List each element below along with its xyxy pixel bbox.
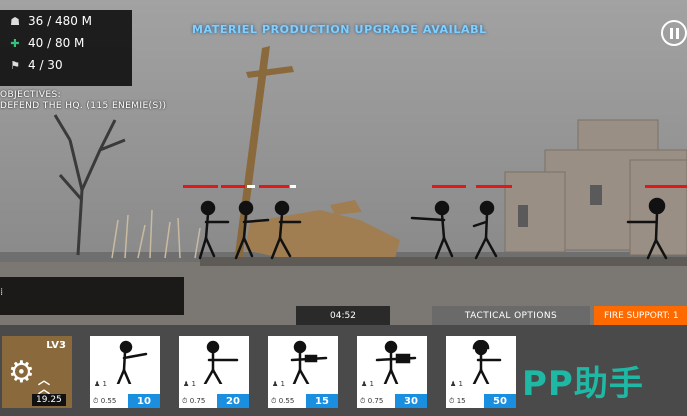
unit-footer: ⏱ 0.55 10 bbox=[90, 394, 160, 408]
watermark-logo: PP助手 bbox=[522, 364, 644, 404]
unit-count: ♟ 1 bbox=[450, 380, 463, 388]
units-icon: ⚑ bbox=[10, 58, 20, 72]
materiel-value: 40 / 80 M bbox=[28, 36, 85, 50]
unit-cost: 30 bbox=[395, 394, 427, 408]
unit-card-heavy-gunner[interactable]: ♟ 1 ⏱ 0.75 30 bbox=[357, 336, 427, 408]
manpower-stat: ☗ 36 / 480 M bbox=[0, 10, 132, 32]
unit-rate: ⏱ 0.75 bbox=[357, 394, 395, 408]
units-value: 4 / 30 bbox=[28, 58, 63, 72]
dots-icon[interactable]: ⁞ bbox=[0, 287, 10, 305]
objectives-heading: OBJECTIVES: bbox=[0, 90, 62, 100]
materiel-stat: ✚ 40 / 80 M bbox=[0, 32, 132, 54]
unit-footer: ⏱ 0.55 15 bbox=[268, 394, 338, 408]
heavy-gunner-icon bbox=[375, 340, 417, 384]
pause-icon bbox=[670, 28, 673, 39]
objectives-text: DEFEND THE HQ. (115 ENEMIE(S)) bbox=[0, 101, 167, 111]
unit-card-rifleman[interactable]: ♟ 1 ⏱ 0.55 10 bbox=[90, 336, 160, 408]
unit-cost: 10 bbox=[128, 394, 160, 408]
manpower-value: 36 / 480 M bbox=[28, 14, 93, 28]
rifleman-icon bbox=[116, 340, 148, 384]
pause-icon-bar bbox=[676, 28, 679, 39]
unit-footer: ⏱ 0.75 20 bbox=[179, 394, 249, 408]
tactical-options-button[interactable]: TACTICAL OPTIONS bbox=[432, 306, 590, 325]
machine-gunner-icon bbox=[290, 340, 328, 384]
unit-cost: 50 bbox=[484, 394, 516, 408]
objectives: OBJECTIVES: DEFEND THE HQ. (115 ENEMIE(S… bbox=[0, 90, 166, 112]
unit-card-helmet-soldier[interactable]: ♟ 1 ⏱ 15 50 bbox=[446, 336, 516, 408]
unit-rate: ⏱ 15 bbox=[446, 394, 484, 408]
mission-timer: 04:52 bbox=[296, 306, 390, 325]
unit-count: ♟ 1 bbox=[272, 380, 285, 388]
materiel-icon: ✚ bbox=[10, 36, 20, 50]
unit-footer: ⏱ 0.75 30 bbox=[357, 394, 427, 408]
upgrade-cost: 19.25 bbox=[32, 394, 66, 406]
unit-footer: ⏱ 15 50 bbox=[446, 394, 516, 408]
assault-soldier-icon bbox=[203, 340, 239, 384]
unit-rate: ⏱ 0.55 bbox=[90, 394, 128, 408]
unit-cost: 20 bbox=[217, 394, 249, 408]
fire-support-button[interactable]: FIRE SUPPORT: 1 bbox=[594, 306, 687, 325]
manpower-icon: ☗ bbox=[10, 14, 20, 28]
gear-icon: ⚙ bbox=[8, 355, 35, 390]
chevron-up-icon: ︿ ︿ bbox=[38, 373, 51, 396]
helmet-soldier-icon bbox=[472, 340, 502, 384]
upgrade-banner: MATERIEL PRODUCTION UPGRADE AVAILABL bbox=[192, 23, 487, 36]
unit-card-assault[interactable]: ♟ 1 ⏱ 0.75 20 bbox=[179, 336, 249, 408]
upgrade-level: LV3 bbox=[46, 340, 66, 351]
unit-count: ♟ 1 bbox=[94, 380, 107, 388]
unit-rate: ⏱ 0.55 bbox=[268, 394, 306, 408]
unit-rate: ⏱ 0.75 bbox=[179, 394, 217, 408]
pause-button[interactable] bbox=[661, 20, 687, 46]
left-panel[interactable]: ⁞ bbox=[0, 277, 184, 315]
units-stat: ⚑ 4 / 30 bbox=[0, 54, 132, 76]
upgrade-button[interactable]: LV3 ⚙ ︿ ︿ 19.25 bbox=[2, 336, 72, 408]
unit-cost: 15 bbox=[306, 394, 338, 408]
unit-card-machine-gunner[interactable]: ♟ 1 ⏱ 0.55 15 bbox=[268, 336, 338, 408]
unit-count: ♟ 1 bbox=[183, 380, 196, 388]
unit-count: ♟ 1 bbox=[361, 380, 374, 388]
resource-panel: ☗ 36 / 480 M ✚ 40 / 80 M ⚑ 4 / 30 bbox=[0, 10, 132, 86]
